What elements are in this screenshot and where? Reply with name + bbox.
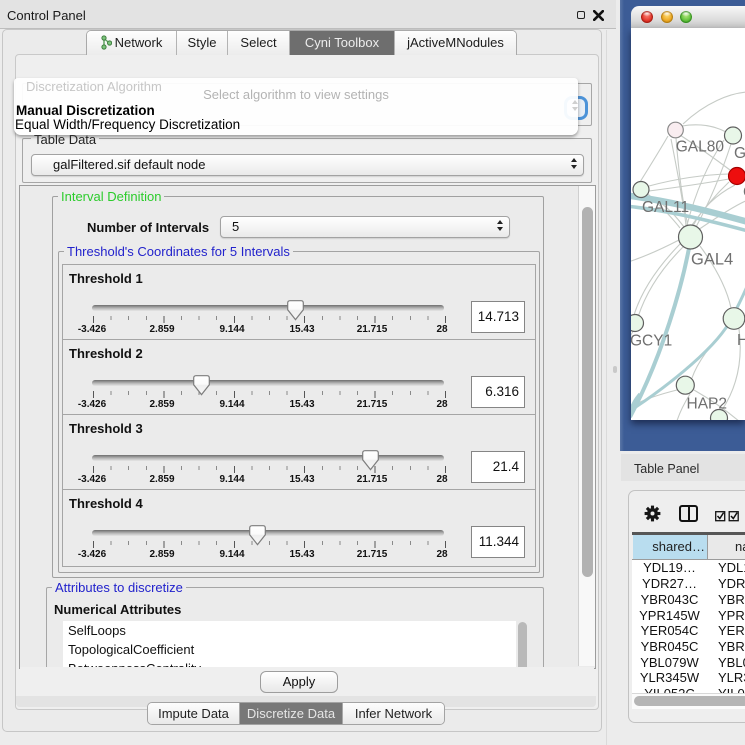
svg-text:GAL80: GAL80	[676, 139, 725, 156]
svg-text:HI: HI	[737, 332, 745, 349]
svg-text:GCY1: GCY1	[631, 333, 672, 350]
svg-text:GAL4: GAL4	[691, 251, 733, 269]
svg-text:HAP2: HAP2	[687, 396, 728, 413]
svg-text:GA: GA	[734, 145, 745, 162]
svg-text:GAL11: GAL11	[642, 199, 689, 216]
